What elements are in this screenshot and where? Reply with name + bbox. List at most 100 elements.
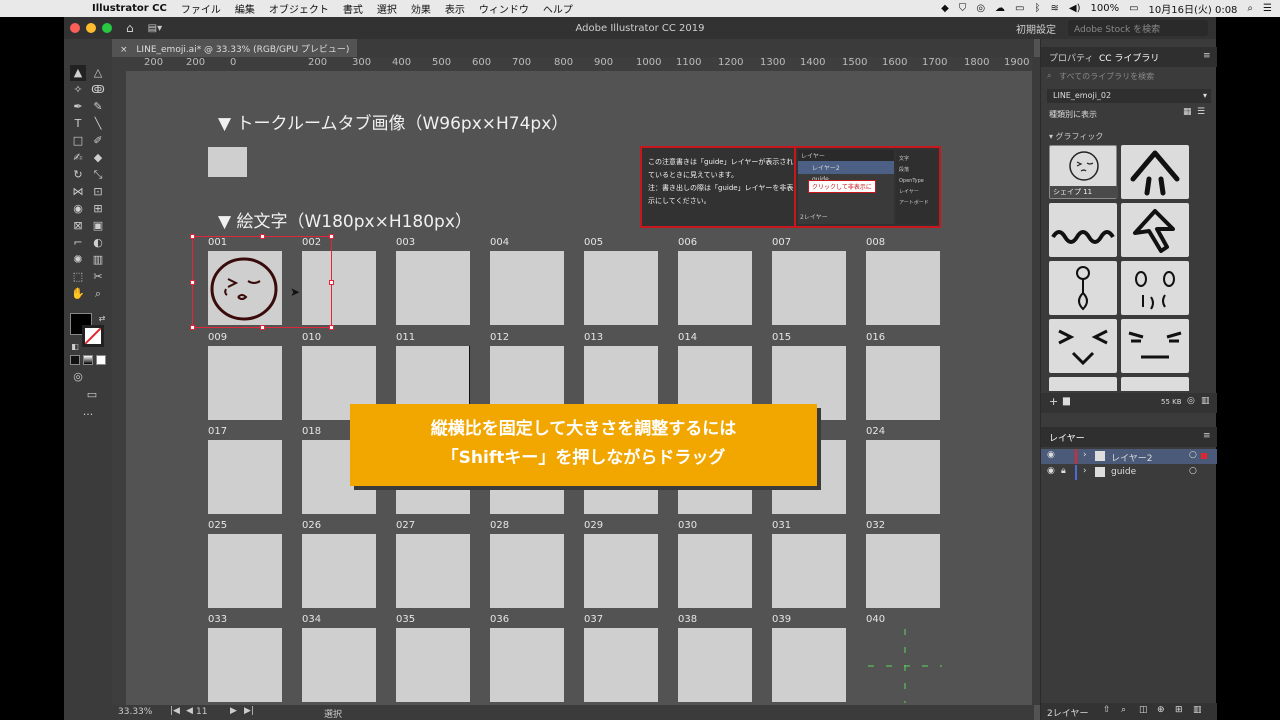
swap-colors-icon[interactable]: ⇄ [94,311,110,327]
line-tool-icon[interactable]: ╲ [90,116,106,132]
edit-toolbar-icon[interactable]: ··· [80,407,96,423]
vertical-ruler[interactable] [112,57,126,705]
menu-view[interactable]: 表示 [445,1,465,16]
stroke-color-swatch[interactable] [82,325,104,347]
dropbox-icon[interactable]: ◆ [941,3,949,14]
width-tool-icon[interactable]: ⋈ [70,184,86,200]
battery-percent[interactable]: 100% [1090,3,1119,14]
zoom-window-button[interactable] [102,23,112,33]
emoji-cell[interactable] [866,251,940,325]
library-graphic-thumb[interactable] [1121,203,1189,257]
arrange-documents-icon[interactable]: ▤▾ [148,23,162,34]
app-name-menu[interactable]: Illustrator CC [92,3,167,14]
resize-handle[interactable] [190,280,195,285]
layers-menu-icon[interactable]: ≡ [1203,431,1211,441]
tab-properties[interactable]: プロパティ [1049,51,1093,64]
emoji-cell[interactable] [678,251,752,325]
add-content-icon[interactable]: + [1049,395,1058,408]
emoji-cell[interactable] [772,628,846,702]
selection-tool-icon[interactable]: ▲ [70,65,86,81]
free-transform-tool-icon[interactable]: ⊡ [90,184,106,200]
emoji-cell[interactable] [490,628,564,702]
perspective-grid-tool-icon[interactable]: ⊞ [90,201,106,217]
document-tab[interactable]: × LINE_emoji.ai* @ 33.33% (RGB/GPU プレビュー… [112,39,358,57]
magic-wand-tool-icon[interactable]: ✧ [70,82,86,98]
clipping-mask-icon[interactable]: ◫ [1139,705,1148,715]
adobe-stock-search-input[interactable]: Adobe Stock を検索 [1068,20,1208,36]
trash-icon[interactable]: ▥ [1201,396,1210,406]
pen-tool-icon[interactable]: ✒ [70,99,86,115]
vertical-scrollbar[interactable] [1032,57,1040,705]
search-icon[interactable]: ⌕ [1121,705,1126,715]
artboard-nav-next-icon[interactable]: ▶ [230,706,237,716]
workspace-switcher[interactable]: 初期設定 [1016,21,1056,36]
menu-type[interactable]: 書式 [343,1,363,16]
tab-cc-library[interactable]: CC ライブラリ [1099,51,1159,64]
resize-handle[interactable] [260,325,265,330]
eyedropper-tool-icon[interactable]: ⌐ [70,235,86,251]
emoji-cell[interactable] [302,628,376,702]
emoji-cell[interactable] [396,251,470,325]
emoji-cell[interactable] [678,534,752,608]
layer-name[interactable]: レイヤー2 [1111,451,1152,464]
new-sublayer-icon[interactable]: ⊕ [1157,705,1165,715]
rectangle-tool-icon[interactable]: □ [70,133,86,149]
wifi-icon[interactable]: ≋ [1051,3,1059,14]
default-colors-icon[interactable]: ◧ [67,339,83,355]
target-icon[interactable]: ○ [1189,466,1197,476]
menu-effect[interactable]: 効果 [411,1,431,16]
minimize-window-button[interactable] [86,23,96,33]
emoji-cell[interactable] [490,534,564,608]
selection-bounding-box[interactable] [190,234,334,330]
folder-icon[interactable]: ▆ [1063,396,1070,406]
horizontal-ruler[interactable]: 200 200 0 200 300 400 500 600 700 800 90… [126,57,1032,71]
volume-icon[interactable]: ◀) [1069,3,1081,14]
resize-handle[interactable] [329,325,334,330]
hand-tool-icon[interactable]: ✋ [70,286,86,302]
emoji-cell[interactable] [490,251,564,325]
slice-tool-icon[interactable]: ✂ [90,269,106,285]
gradient-mode-button[interactable] [83,355,93,365]
menu-help[interactable]: ヘルプ [543,1,573,16]
creative-cloud-icon[interactable]: ◎ [976,3,985,14]
emoji-cell[interactable] [208,440,282,514]
target-icon[interactable]: ○ [1189,450,1197,460]
emoji-cell[interactable] [584,628,658,702]
resize-handle[interactable] [329,280,334,285]
paintbrush-tool-icon[interactable]: ✐ [90,133,106,149]
emoji-cell[interactable] [584,251,658,325]
status-mode-label[interactable]: 選択 [324,707,342,720]
library-graphic-thumb[interactable] [1121,145,1189,199]
library-graphic-thumb[interactable] [1121,377,1189,391]
emoji-cell[interactable] [772,534,846,608]
tab-layers[interactable]: レイヤー [1049,431,1085,444]
library-search-input[interactable]: ⌕ すべてのライブラリを検索 [1045,71,1211,85]
gradient-tool-icon[interactable]: ▣ [90,218,106,234]
shield-icon[interactable]: ⛉ [959,3,967,14]
view-mode-select[interactable]: 種類別に表示 [1049,109,1097,120]
selection-indicator[interactable] [1201,453,1207,459]
graphics-section-header[interactable]: ▾ グラフィック [1049,131,1103,142]
resize-handle[interactable] [190,234,195,239]
library-graphic-thumb[interactable]: シェイプ 11 [1049,145,1118,199]
emoji-cell[interactable] [678,628,752,702]
emoji-cell[interactable] [772,251,846,325]
eye-icon[interactable]: ◉ [1047,466,1055,476]
sync-icon[interactable]: ◎ [1187,396,1195,406]
home-icon[interactable]: ⌂ [126,21,134,35]
library-graphic-thumb[interactable] [1049,203,1117,257]
rotate-tool-icon[interactable]: ↻ [70,167,86,183]
symbol-sprayer-tool-icon[interactable]: ✺ [70,252,86,268]
shaper-tool-icon[interactable]: ✍ [70,150,86,166]
draw-mode-icon[interactable]: ◎ [70,369,86,385]
curvature-tool-icon[interactable]: ✎ [90,99,106,115]
trash-icon[interactable]: ▥ [1193,705,1202,715]
grid-view-icon[interactable]: ▦ [1183,107,1192,117]
emoji-cell[interactable] [396,628,470,702]
cloud-icon[interactable]: ☁ [995,3,1005,14]
none-mode-button[interactable] [96,355,106,365]
eraser-tool-icon[interactable]: ◆ [90,150,106,166]
artboard-nav-prev-icon[interactable]: ◀ [186,706,193,716]
menu-window[interactable]: ウィンドウ [479,1,529,16]
artboard-number-field[interactable]: 11 [196,707,207,717]
